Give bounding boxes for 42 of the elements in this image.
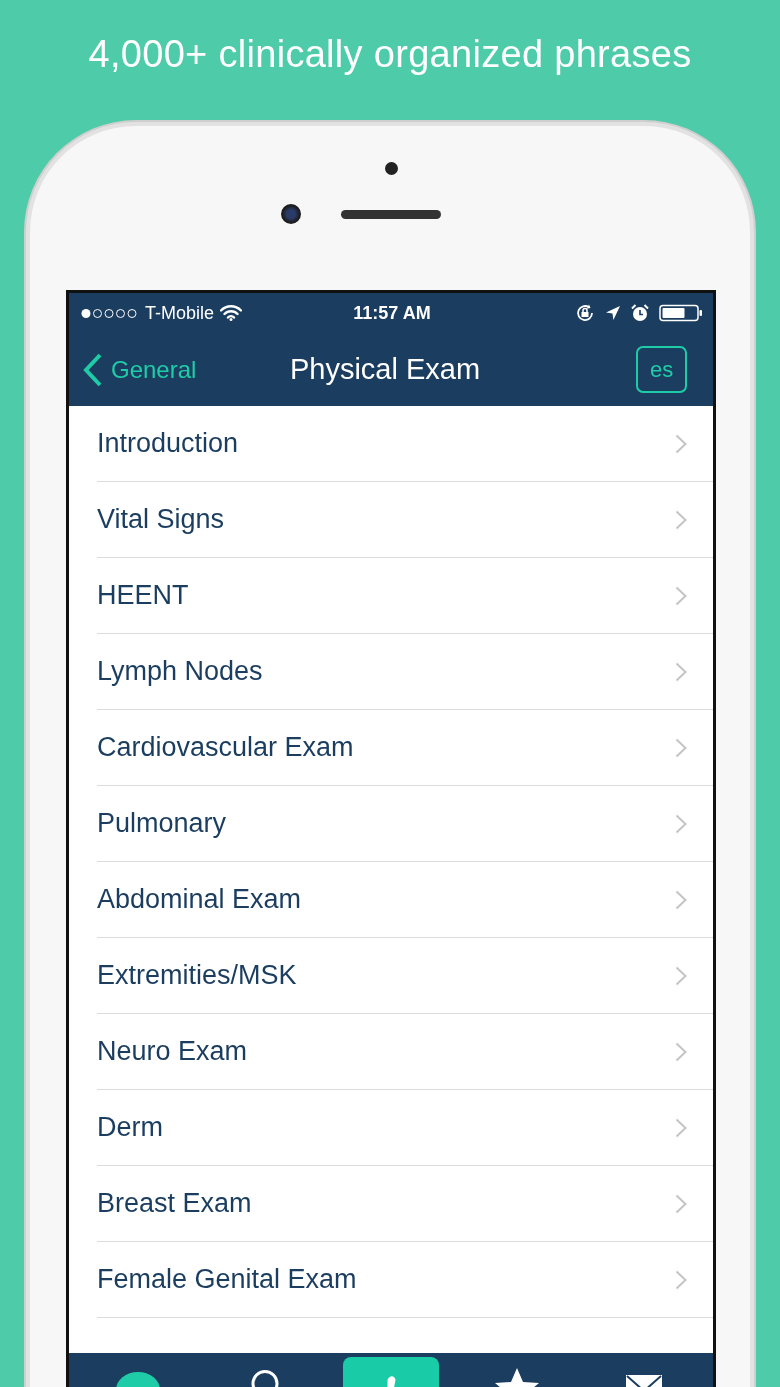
list-item[interactable]: Derm (97, 1090, 713, 1166)
speaker-icon (341, 209, 441, 219)
chevron-right-icon (675, 585, 687, 606)
battery-icon (659, 304, 703, 322)
chevron-right-icon (675, 889, 687, 910)
rotation-lock-icon (575, 303, 595, 323)
clock-time: 11:57 AM (353, 302, 431, 324)
chevron-right-icon (675, 813, 687, 834)
list-item[interactable]: Vital Signs (97, 482, 713, 558)
list-item[interactable]: Abdominal Exam (97, 862, 713, 938)
list-item[interactable]: HEENT (97, 558, 713, 634)
chevron-right-icon (675, 509, 687, 530)
back-button[interactable]: General (83, 352, 197, 387)
chevron-right-icon (675, 1269, 687, 1290)
wifi-icon (220, 305, 243, 321)
camera-icon (281, 204, 301, 224)
list-item[interactable]: Introduction (97, 406, 713, 482)
chevron-right-icon (675, 737, 687, 758)
chevron-right-icon (675, 1193, 687, 1214)
chevron-right-icon (675, 433, 687, 454)
search-icon (250, 1369, 279, 1387)
list-item[interactable]: Extremities/MSK (97, 938, 713, 1014)
language-button[interactable]: es (636, 346, 687, 393)
chevron-right-icon (675, 1041, 687, 1062)
location-arrow-icon (605, 305, 621, 321)
sensor-icon (384, 162, 398, 175)
list-item[interactable]: Breast Exam (97, 1166, 713, 1242)
list-item[interactable]: Neuro Exam (97, 1014, 713, 1090)
chevron-right-icon (675, 965, 687, 986)
list-item[interactable]: Lymph Nodes (97, 634, 713, 710)
screen-title: Physical Exam (289, 353, 481, 386)
chevron-left-icon (83, 352, 103, 387)
chevron-right-icon (675, 661, 687, 682)
headline: 4,000+ clinically organized phrases (88, 32, 692, 76)
chevron-right-icon (675, 1117, 687, 1138)
alarm-clock-icon (631, 304, 649, 322)
carrier-name: T-Mobile (145, 302, 215, 324)
star-icon (495, 1368, 540, 1387)
list-item[interactable]: Cardiovascular Exam (97, 710, 713, 786)
signal-icon (81, 307, 139, 319)
list-item[interactable]: Pulmonary (97, 786, 713, 862)
list-item[interactable]: Female Genital Exam (97, 1242, 713, 1318)
